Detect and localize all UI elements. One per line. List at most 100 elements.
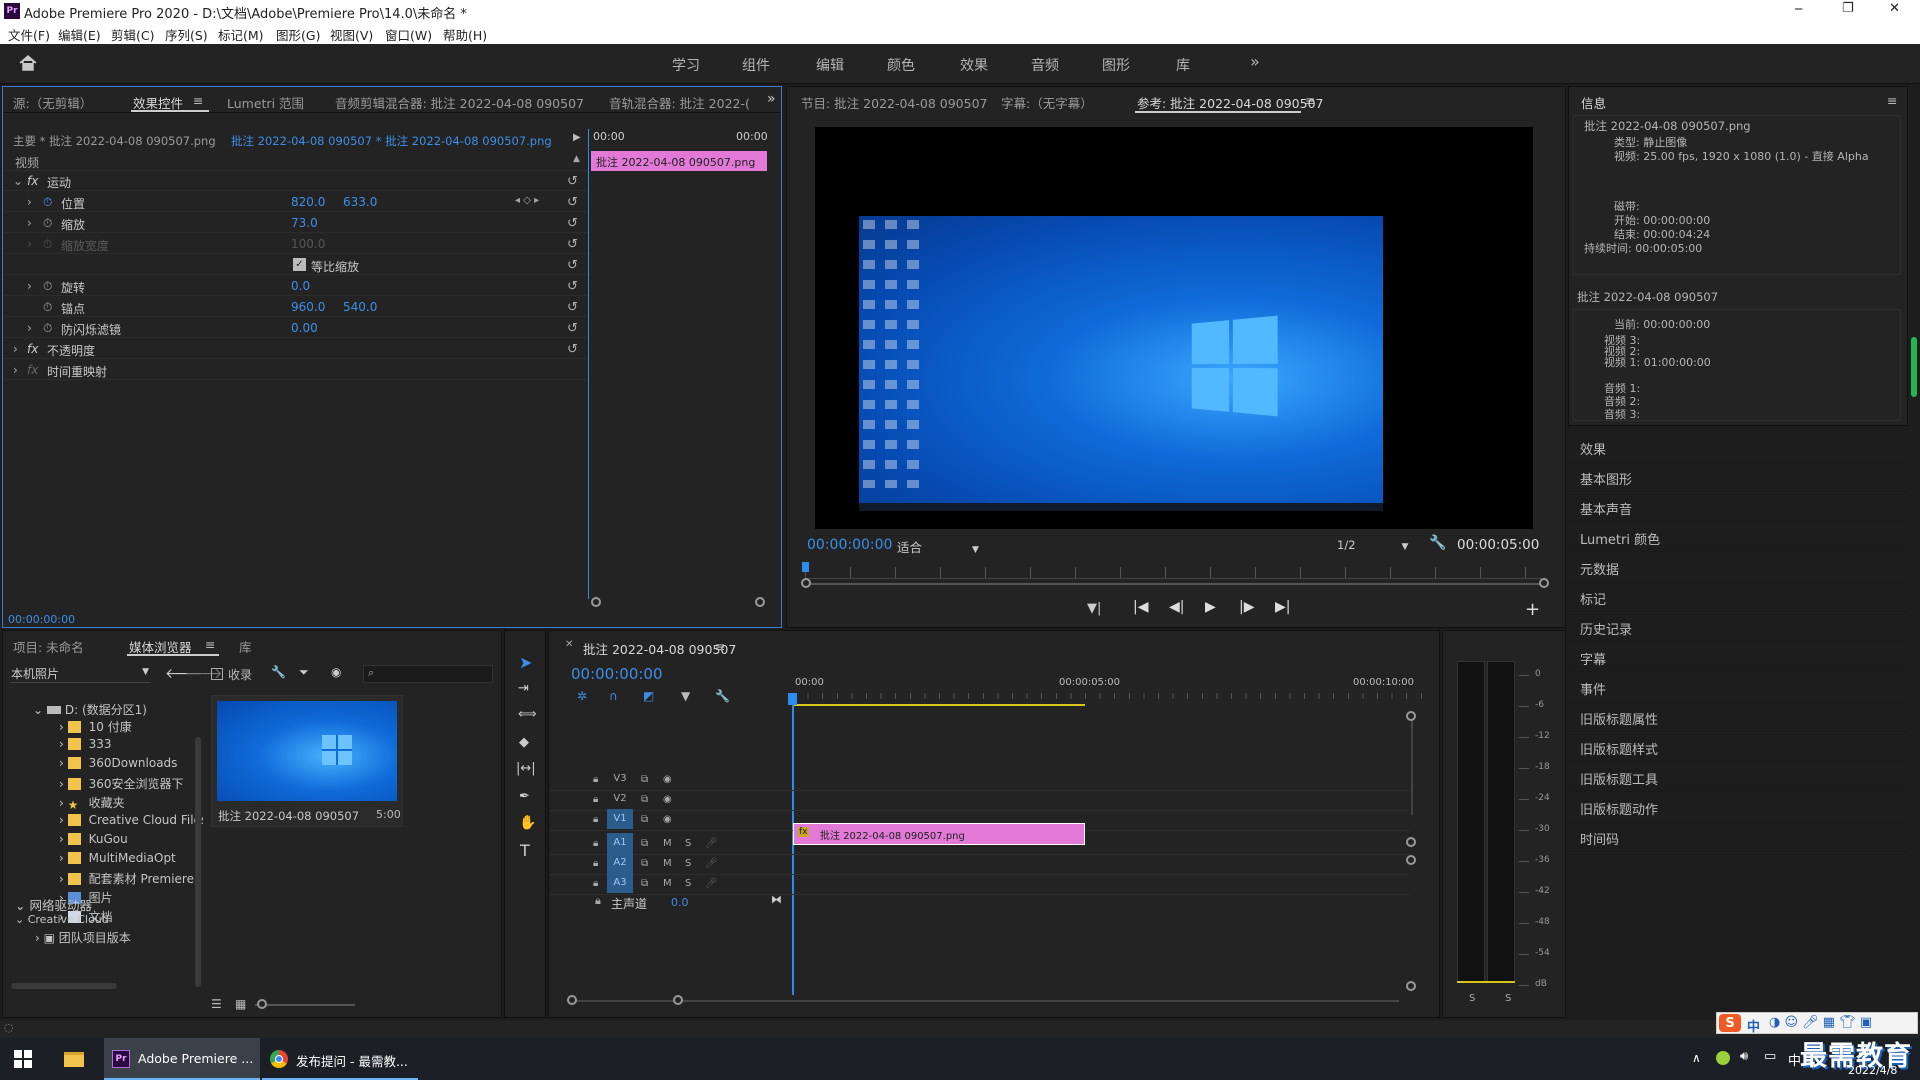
workspace-tab[interactable]: 学习	[672, 55, 700, 75]
sync-lock-icon[interactable]: ⧉	[641, 794, 648, 805]
tree-scrollbar[interactable]	[195, 737, 201, 987]
panel-menu-icon[interactable]: ≡	[205, 637, 215, 652]
stopwatch-icon[interactable]: ⏱	[43, 300, 52, 315]
program-timecode[interactable]: 00:00:00:00	[807, 537, 892, 553]
panel-menu-icon[interactable]: ≡	[715, 639, 725, 654]
timeline-tab[interactable]: 批注 2022-04-08 090507	[583, 639, 736, 658]
expand-chevron-icon[interactable]: ›	[27, 321, 32, 335]
effect-controls-timecode[interactable]: 00:00:00:00	[8, 613, 75, 626]
tree-creative-cloud[interactable]: ⌄ Creative Cloud	[15, 913, 109, 926]
mini-zoom-start-handle[interactable]	[591, 597, 601, 607]
sync-lock-icon[interactable]: ⧉	[641, 878, 648, 889]
expand-chevron-icon[interactable]: ›	[13, 342, 18, 356]
playhead-handle[interactable]	[788, 693, 797, 705]
reset-icon[interactable]: ↺	[567, 174, 578, 189]
sync-lock-icon[interactable]: ⧉	[641, 858, 648, 869]
source-panel-tab[interactable]: Lumetri 范围	[227, 93, 304, 112]
row-position[interactable]: › ⏱ 位置 820.0 633.0 ◂ ◇ ▸ ↺	[3, 192, 588, 212]
side-panel-item[interactable]: 事件	[1568, 672, 1908, 702]
stopwatch-icon[interactable]: ⏱	[43, 195, 52, 210]
row-scale-width[interactable]: › ⏱ 缩放宽度 100.0 ↺	[3, 234, 588, 254]
mute-button[interactable]: M	[663, 858, 672, 869]
menu-item[interactable]: 窗口(W)	[385, 25, 432, 44]
keyframe-nav-icon[interactable]: ◂ ◇ ▸	[515, 195, 539, 206]
add-marker-icon[interactable]: ▼	[681, 689, 690, 703]
lock-icon[interactable]: 🔒︎	[595, 894, 601, 908]
scale-value[interactable]: 73.0	[291, 216, 318, 230]
ime-toolbar[interactable]: S 中 ◑ ☺ 🎤︎ ▦ 👕︎ ▣	[1716, 1012, 1918, 1035]
slider-handle[interactable]	[257, 999, 267, 1009]
home-icon[interactable]	[18, 54, 38, 75]
stopwatch-icon[interactable]: ⏱	[43, 279, 52, 294]
row-motion[interactable]: ⌄ fx 运动 ↺	[3, 171, 588, 191]
expand-chevron-icon[interactable]: ›	[27, 216, 32, 230]
lock-icon[interactable]: 🔒︎	[593, 794, 598, 805]
eye-icon[interactable]: ◉	[663, 794, 672, 805]
volume-icon[interactable]: 🔊︎	[1740, 1049, 1748, 1064]
menu-item[interactable]: 视图(V)	[330, 25, 373, 44]
reset-icon[interactable]: ↺	[567, 279, 578, 294]
tree-h-scrollbar[interactable]	[11, 983, 117, 989]
folder-item[interactable]: › 10 付康	[59, 718, 132, 735]
zoom-end-handle[interactable]	[673, 995, 683, 1005]
fx-icon[interactable]: fx	[27, 342, 38, 356]
icon-view-icon[interactable]: ▦	[235, 997, 246, 1011]
row-rotation[interactable]: › ⏱ 旋转 0.0 ↺	[3, 276, 588, 296]
slip-tool-icon[interactable]: |↔|	[516, 761, 536, 776]
side-panel-item[interactable]: 标记	[1568, 582, 1908, 612]
side-panel-item[interactable]: 旧版标题动作	[1568, 792, 1908, 822]
zoom-end-handle[interactable]	[1539, 578, 1549, 588]
network-icon[interactable]: ▭	[1764, 1049, 1776, 1064]
folder-item[interactable]: › 333	[59, 737, 112, 751]
solo-button[interactable]: S	[685, 838, 691, 849]
play-clip-icon[interactable]: ▶	[573, 132, 581, 143]
side-panel-item[interactable]: 时间码	[1568, 822, 1908, 852]
row-opacity[interactable]: › fx 不透明度 ↺	[3, 339, 588, 359]
lock-icon[interactable]: 🔒︎	[593, 858, 598, 869]
side-panel-item[interactable]: Lumetri 颜色	[1568, 522, 1908, 552]
lock-icon[interactable]: 🔒︎	[593, 838, 598, 849]
menu-item[interactable]: 编辑(E)	[58, 25, 101, 44]
taskbar-chrome[interactable]: 发布提问 - 最需教...	[262, 1038, 418, 1080]
scroll-handle[interactable]	[1406, 855, 1416, 865]
snap-magnet-icon[interactable]: ∩	[609, 689, 618, 703]
reset-icon[interactable]: ↺	[567, 342, 578, 357]
reset-icon[interactable]: ↺	[567, 300, 578, 315]
go-to-in-icon[interactable]: |◀	[1133, 599, 1148, 615]
tree-team-projects[interactable]: › ▣ 团队项目版本	[35, 929, 131, 946]
step-forward-icon[interactable]: |▶	[1239, 599, 1254, 615]
program-panel-tab[interactable]: 节目: 批注 2022-04-08 090507	[801, 93, 988, 112]
folder-item[interactable]: › 360安全浏览器下	[59, 775, 184, 792]
stopwatch-icon[interactable]: ⏱	[43, 216, 52, 231]
solo-button[interactable]: S	[685, 878, 691, 889]
mute-button[interactable]: M	[663, 878, 672, 889]
lock-icon[interactable]: 🔒︎	[593, 814, 598, 825]
solo-right-button[interactable]: S	[1505, 993, 1511, 1004]
folder-item[interactable]: › Creative Cloud Files	[59, 813, 203, 827]
wrench-icon[interactable]: 🔧	[271, 665, 286, 679]
track-target-toggle[interactable]: A2	[607, 853, 633, 873]
reset-icon[interactable]: ↺	[567, 258, 578, 273]
expand-chevron-icon[interactable]: ›	[13, 363, 18, 377]
anchor-x-value[interactable]: 960.0	[291, 300, 325, 314]
microphone-icon[interactable]: 🎤︎	[705, 878, 718, 889]
eye-icon[interactable]: ◉	[331, 665, 341, 679]
program-scrub-ruler[interactable]	[805, 567, 1547, 579]
folder-item[interactable]: › ★ 收藏夹	[59, 794, 125, 812]
step-back-icon[interactable]: ◀|	[1169, 599, 1184, 615]
workspace-tab[interactable]: 音频	[1031, 55, 1059, 75]
side-panel-item[interactable]: 效果	[1568, 432, 1908, 462]
source-panel-tab[interactable]: 源:（无剪辑）	[13, 93, 92, 112]
row-anchor[interactable]: ⏱ 锚点 960.0 540.0 ↺	[3, 297, 588, 317]
expand-chevron-icon[interactable]: ›	[27, 237, 32, 251]
scroll-handle[interactable]	[1406, 837, 1416, 847]
track-target-toggle[interactable]: A1	[607, 833, 633, 853]
reset-icon[interactable]: ↺	[567, 237, 578, 252]
project-panel-tab[interactable]: 库	[239, 637, 252, 656]
timeline-settings-icon[interactable]: 🔧	[715, 689, 730, 703]
menu-item[interactable]: 剪辑(C)	[111, 25, 154, 44]
workspace-tab[interactable]: 库	[1176, 55, 1190, 75]
side-panel-item[interactable]: 基本图形	[1568, 462, 1908, 492]
fx-icon[interactable]: fx	[27, 363, 38, 377]
close-button[interactable]: ✕	[1889, 1, 1900, 16]
